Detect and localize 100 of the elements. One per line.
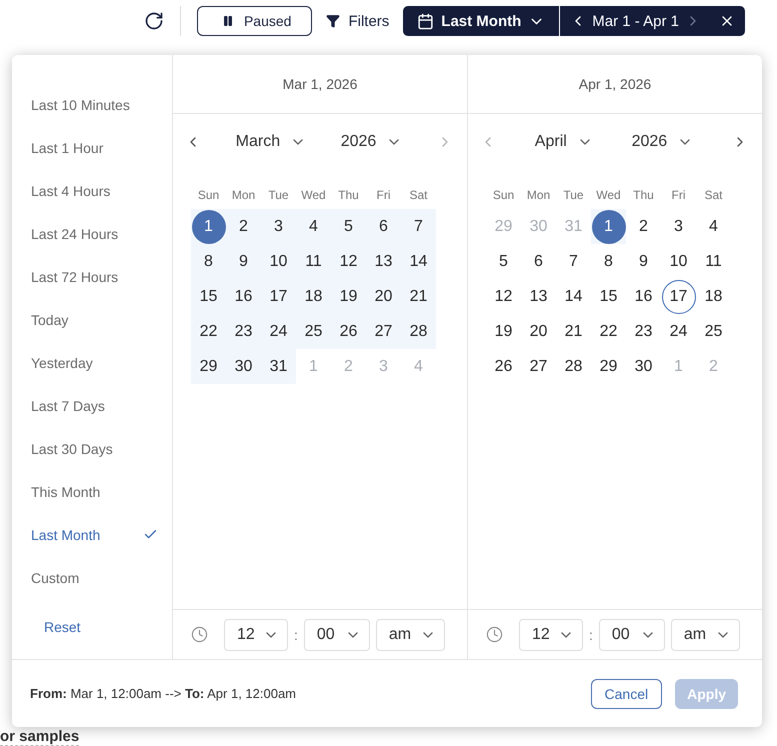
calendar-day[interactable]: 27 — [522, 350, 556, 384]
calendar-day[interactable]: 1 — [192, 210, 226, 244]
preset-option[interactable]: Last 7 Days — [12, 384, 172, 427]
calendar-day[interactable]: 6 — [522, 244, 556, 278]
pause-button[interactable]: Paused — [196, 6, 312, 36]
calendar-day[interactable]: 21 — [402, 280, 436, 314]
minute-select[interactable]: 00 — [304, 618, 370, 650]
calendar-day[interactable]: 13 — [522, 280, 556, 314]
calendar-day[interactable]: 28 — [556, 350, 590, 384]
weekday-label: Wed — [595, 188, 622, 202]
calendar-day[interactable]: 19 — [486, 314, 520, 348]
year-select[interactable]: 2026 — [632, 133, 694, 151]
calendar-day[interactable]: 30 — [626, 350, 660, 384]
calendar-day[interactable]: 23 — [226, 314, 260, 348]
calendar-day[interactable]: 4 — [296, 210, 330, 244]
calendar-icon — [417, 12, 434, 30]
calendar-day[interactable]: 29 — [192, 350, 226, 384]
preset-option[interactable]: Last 4 Hours — [12, 169, 172, 212]
calendar-day[interactable]: 3 — [662, 210, 696, 244]
date-label: Mar 1, 2026 — [282, 76, 358, 92]
calendar-day[interactable]: 18 — [696, 280, 730, 314]
preset-option[interactable]: Yesterday — [12, 341, 172, 384]
refresh-icon[interactable] — [144, 11, 164, 31]
clock-icon — [191, 626, 208, 643]
calendar-day[interactable]: 5 — [332, 210, 366, 244]
preset-option[interactable]: Last 24 Hours — [12, 212, 172, 255]
calendar-day[interactable]: 21 — [556, 314, 590, 348]
calendar-day[interactable]: 17 — [262, 280, 296, 314]
cancel-button[interactable]: Cancel — [590, 678, 662, 708]
calendar-day[interactable]: 27 — [366, 314, 400, 348]
section-heading: or samples — [0, 728, 80, 746]
calendar-day[interactable]: 13 — [366, 244, 400, 278]
date-label: Apr 1, 2026 — [578, 76, 652, 92]
calendar-day[interactable]: 15 — [592, 280, 626, 314]
weekday-label: Thu — [337, 188, 360, 202]
preset-option[interactable]: Last 30 Days — [12, 427, 172, 470]
calendar-day[interactable]: 31 — [262, 350, 296, 384]
calendar-day[interactable]: 28 — [402, 314, 436, 348]
calendar-day[interactable]: 12 — [332, 244, 366, 278]
calendar-day[interactable]: 20 — [522, 314, 556, 348]
calendar-day[interactable]: 17 — [662, 280, 696, 314]
calendar-day[interactable]: 23 — [626, 314, 660, 348]
calendar-day[interactable]: 25 — [696, 314, 730, 348]
calendar-day[interactable]: 20 — [366, 280, 400, 314]
reset-button[interactable]: Reset — [44, 619, 81, 635]
calendar-day[interactable]: 19 — [332, 280, 366, 314]
calendar-day[interactable]: 18 — [296, 280, 330, 314]
preset-option[interactable]: Last 10 Minutes — [12, 83, 172, 126]
calendar-day[interactable]: 26 — [486, 350, 520, 384]
minute-select[interactable]: 00 — [598, 618, 665, 650]
calendar-day[interactable]: 12 — [486, 280, 520, 314]
calendar-day[interactable]: 24 — [662, 314, 696, 348]
preset-option[interactable]: Last Month — [12, 513, 172, 556]
calendar-day[interactable]: 10 — [262, 244, 296, 278]
calendar-day[interactable]: 8 — [592, 244, 626, 278]
preset-option[interactable]: Last 1 Hour — [12, 126, 172, 169]
calendar-day[interactable]: 7 — [402, 210, 436, 244]
calendar-day[interactable]: 15 — [192, 280, 226, 314]
calendar-day[interactable]: 22 — [592, 314, 626, 348]
calendar-day[interactable]: 7 — [556, 244, 590, 278]
hour-select[interactable]: 12 — [519, 618, 583, 650]
calendar-day[interactable]: 6 — [366, 210, 400, 244]
calendar-day[interactable]: 14 — [556, 280, 590, 314]
year-select[interactable]: 2026 — [340, 133, 402, 151]
calendar-day[interactable]: 14 — [402, 244, 436, 278]
calendar-day[interactable]: 4 — [696, 210, 730, 244]
range-label: Mar 1 - Apr 1 — [592, 12, 679, 30]
preset-option[interactable]: Last 72 Hours — [12, 255, 172, 298]
filters-button[interactable]: Filters — [326, 12, 390, 30]
calendar-day[interactable]: 3 — [262, 210, 296, 244]
month-select[interactable]: April — [534, 133, 593, 151]
calendar-day[interactable]: 1 — [592, 210, 626, 244]
calendar-day[interactable]: 8 — [192, 244, 226, 278]
calendar-day[interactable]: 9 — [626, 244, 660, 278]
weekday-label: Wed — [300, 188, 327, 202]
preset-option[interactable]: Today — [12, 298, 172, 341]
calendar-day[interactable]: 2 — [626, 210, 660, 244]
preset-option[interactable]: Custom — [12, 556, 172, 599]
pause-icon — [222, 15, 234, 27]
calendar-day[interactable]: 16 — [226, 280, 260, 314]
calendar-day[interactable]: 5 — [486, 244, 520, 278]
calendar-day[interactable]: 16 — [626, 280, 660, 314]
period-select[interactable]: am — [376, 618, 445, 650]
calendar-day[interactable]: 30 — [226, 350, 260, 384]
weekday-label: Mon — [526, 188, 552, 202]
calendar-day[interactable]: 22 — [192, 314, 226, 348]
calendar-day[interactable]: 9 — [226, 244, 260, 278]
calendar-day[interactable]: 2 — [226, 210, 260, 244]
calendar-day[interactable]: 24 — [262, 314, 296, 348]
preset-option[interactable]: This Month — [12, 470, 172, 513]
range-button[interactable]: Last Month — [403, 6, 560, 36]
calendar-day[interactable]: 11 — [696, 244, 730, 278]
calendar-day[interactable]: 25 — [296, 314, 330, 348]
month-select[interactable]: March — [236, 133, 306, 151]
calendar-day[interactable]: 10 — [662, 244, 696, 278]
calendar-day[interactable]: 26 — [332, 314, 366, 348]
calendar-day[interactable]: 11 — [296, 244, 330, 278]
period-select[interactable]: am — [670, 618, 740, 650]
hour-select[interactable]: 12 — [224, 618, 288, 650]
calendar-day[interactable]: 29 — [592, 350, 626, 384]
